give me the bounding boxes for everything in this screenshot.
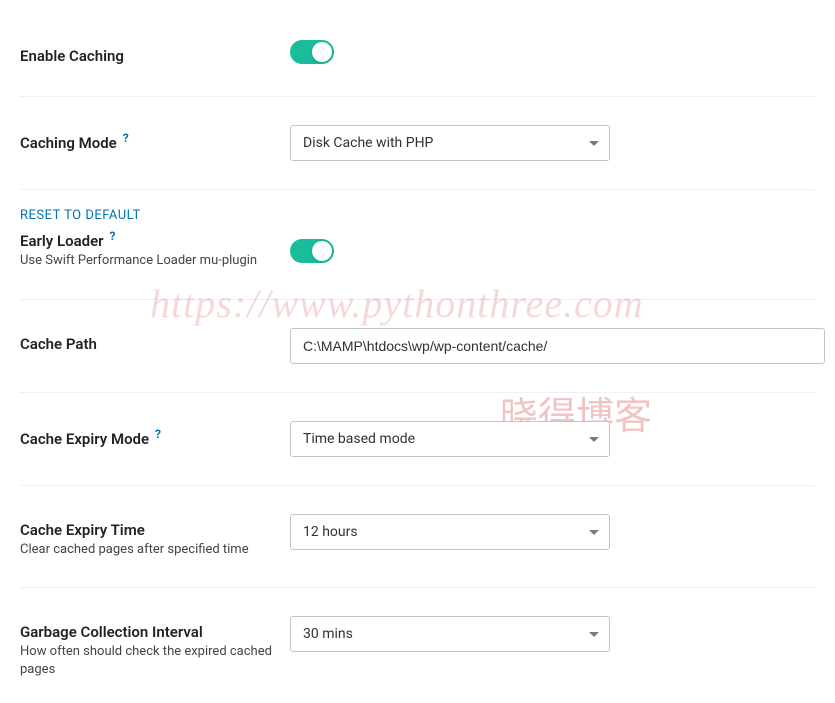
early-loader-row: RESET TO DEFAULT Early Loader ? Use Swif… [20, 190, 815, 300]
cache-expiry-time-desc: Clear cached pages after specified time [20, 541, 290, 559]
cache-expiry-time-label: Cache Expiry Time [20, 521, 145, 539]
help-icon[interactable]: ? [110, 229, 116, 243]
early-loader-desc: Use Swift Performance Loader mu-plugin [20, 252, 290, 270]
cache-expiry-mode-row: Cache Expiry Mode ? Time based mode [20, 393, 815, 486]
cache-path-row: Cache Path [20, 300, 815, 393]
cache-expiry-mode-label: Cache Expiry Mode [20, 430, 149, 448]
early-loader-toggle[interactable] [290, 239, 334, 263]
garbage-collection-label: Garbage Collection Interval [20, 623, 203, 641]
garbage-collection-select[interactable]: 30 mins [290, 616, 610, 652]
cache-expiry-time-select[interactable]: 12 hours [290, 514, 610, 550]
enable-caching-label: Enable Caching [20, 47, 124, 65]
cache-path-label: Cache Path [20, 335, 97, 353]
caching-mode-value: Disk Cache with PHP [303, 135, 433, 151]
caching-mode-label: Caching Mode [20, 134, 117, 152]
cache-expiry-mode-value: Time based mode [303, 431, 415, 447]
cache-expiry-mode-select[interactable]: Time based mode [290, 421, 610, 457]
cache-path-input[interactable] [290, 328, 825, 364]
early-loader-label: Early Loader [20, 232, 104, 250]
garbage-collection-desc: How often should check the expired cache… [20, 643, 290, 679]
enable-caching-row: Enable Caching [20, 0, 815, 97]
cache-expiry-time-value: 12 hours [303, 524, 358, 540]
reset-to-default-link[interactable]: RESET TO DEFAULT [20, 208, 815, 223]
help-icon[interactable]: ? [123, 131, 129, 145]
chevron-down-icon [589, 626, 599, 642]
help-icon[interactable]: ? [155, 427, 161, 441]
garbage-collection-row: Garbage Collection Interval How often sh… [20, 588, 815, 703]
garbage-collection-value: 30 mins [303, 626, 353, 642]
chevron-down-icon [589, 431, 599, 447]
cache-expiry-time-row: Cache Expiry Time Clear cached pages aft… [20, 486, 815, 588]
caching-mode-select[interactable]: Disk Cache with PHP [290, 125, 610, 161]
caching-mode-row: Caching Mode ? Disk Cache with PHP [20, 97, 815, 190]
chevron-down-icon [589, 524, 599, 540]
toggle-knob [312, 42, 332, 62]
chevron-down-icon [589, 135, 599, 151]
enable-caching-toggle[interactable] [290, 40, 334, 64]
toggle-knob [312, 241, 332, 261]
